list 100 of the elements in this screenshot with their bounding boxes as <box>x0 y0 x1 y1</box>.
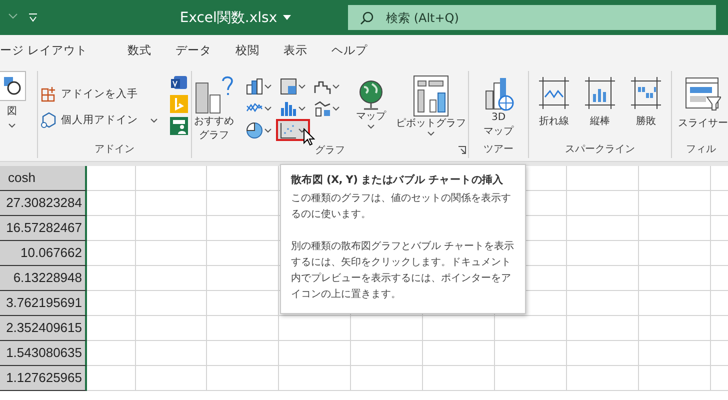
table-cell <box>87 366 136 391</box>
table-cell <box>567 241 639 266</box>
grid-plus-icon <box>41 86 57 102</box>
pointer-icon <box>303 128 315 146</box>
customize-icon[interactable] <box>28 13 38 22</box>
dialog-launcher-icon[interactable] <box>458 146 466 154</box>
table-cell <box>136 341 207 366</box>
table-cell <box>87 166 136 191</box>
pie-chart-icon <box>246 122 263 138</box>
group-label: スパークライン <box>565 144 635 155</box>
sparkline-button[interactable]: 縦棒 <box>583 77 617 129</box>
table-cell <box>567 216 639 241</box>
table-cell <box>639 316 711 341</box>
slicer-button[interactable]: スライサー <box>676 77 728 131</box>
recommended-charts-button[interactable]: おすすめ グラフ <box>192 75 236 143</box>
sparkline-button[interactable]: 勝敗 <box>629 77 663 129</box>
sparkline-button[interactable]: 折れ線 <box>537 77 571 129</box>
scatter-chart-icon <box>280 122 297 138</box>
table-cell <box>567 291 639 316</box>
table-cell <box>87 316 136 341</box>
recommended-chart-icon <box>195 75 233 115</box>
table-cell <box>639 366 711 391</box>
table-cell: 27.30823284 <box>0 191 87 216</box>
table-cell <box>87 341 136 366</box>
table-cell <box>495 366 567 391</box>
table-cell <box>639 341 711 366</box>
hexagon-icon <box>41 112 57 128</box>
table-cell <box>136 291 207 316</box>
table-cell <box>495 341 567 366</box>
table-cell: cosh <box>0 166 87 191</box>
table-cell: 1.543080635 <box>0 341 87 366</box>
table-cell: 16.57282467 <box>0 216 87 241</box>
table-cell <box>136 241 207 266</box>
table-cell <box>136 216 207 241</box>
people-graph-icon[interactable] <box>170 117 188 135</box>
table-cell <box>87 291 136 316</box>
get-addins-button[interactable]: アドインを入手 <box>41 83 158 105</box>
table-cell <box>279 366 351 391</box>
chevron-icon[interactable] <box>8 13 18 19</box>
ribbon-tab[interactable]: ージ レイアウト <box>0 38 98 62</box>
window-title: Excel関数.xlsx <box>180 8 278 26</box>
table-cell <box>207 366 279 391</box>
ribbon-tab[interactable]: 数式 <box>118 38 162 62</box>
search-field[interactable]: 検索 (Alt+Q) <box>348 5 716 30</box>
ribbon-tab[interactable]: ヘルプ <box>322 38 378 62</box>
table-cell <box>351 341 423 366</box>
caret-icon[interactable] <box>283 15 292 20</box>
tooltip-title: 散布図 (X, Y) またはバブル チャートの挿入 <box>291 173 504 187</box>
table-cell <box>423 316 495 341</box>
chevron-icon <box>298 106 306 110</box>
pivot-chart-icon <box>413 75 449 117</box>
table-cell <box>87 191 136 216</box>
table-cell <box>351 366 423 391</box>
table-cell <box>351 316 423 341</box>
ribbon-tab[interactable]: 表示 <box>274 38 318 62</box>
globe-icon <box>357 79 385 110</box>
group-label: アドイン <box>94 144 134 155</box>
table-cell <box>136 191 207 216</box>
my-addins-button[interactable]: 個人用アドイン <box>41 109 158 131</box>
table-cell <box>567 266 639 291</box>
table-cell <box>423 341 495 366</box>
table-cell <box>136 266 207 291</box>
table-cell <box>639 291 711 316</box>
ribbon-tab[interactable]: データ <box>166 38 222 62</box>
table-cell <box>567 341 639 366</box>
table-cell <box>136 366 207 391</box>
table-cell <box>279 341 351 366</box>
group-label: グラフ <box>315 145 345 156</box>
table-cell <box>136 166 207 191</box>
histogram-icon <box>280 100 297 116</box>
search-icon <box>360 11 374 25</box>
visio-icon[interactable] <box>170 75 188 91</box>
chevron-icon <box>150 118 158 122</box>
table-cell: 1.127625965 <box>0 366 87 391</box>
pivot-chart-button[interactable]: ピボットグラフ <box>394 75 468 136</box>
table-cell <box>495 316 567 341</box>
column-chart-icon <box>246 78 263 94</box>
chevron-icon <box>264 106 272 110</box>
table-cell <box>207 341 279 366</box>
group-label: フィル <box>686 144 716 155</box>
table-cell <box>87 266 136 291</box>
map-chart-button[interactable]: マップ <box>354 79 388 129</box>
table-cell <box>423 366 495 391</box>
tooltip-text: 別の種類の散布図グラフとバブル チャートを表示するには、矢印をクリックします。ドキュメント内でプレビューを表示するには、ポインターをアイコンの上に置きます。 <box>291 240 516 302</box>
chevron-icon <box>264 84 272 88</box>
slicer-icon <box>685 77 721 111</box>
tooltip-text: この種類のグラフは、値のセットの関係を表示するのに使います。 <box>291 192 512 222</box>
table-cell <box>639 266 711 291</box>
table-cell <box>639 241 711 266</box>
table-cell <box>279 316 351 341</box>
3d-map-icon <box>484 77 514 111</box>
hierarchy-chart-icon <box>280 78 297 94</box>
chevron-icon <box>427 131 435 136</box>
shapes-button[interactable]: 図 <box>0 71 28 128</box>
table-cell <box>136 316 207 341</box>
table-cell: 2.352409615 <box>0 316 87 341</box>
sparkline-column-icon <box>585 77 615 109</box>
ribbon-tab[interactable]: 校閲 <box>226 38 270 62</box>
win-loss-icon <box>631 77 661 109</box>
3d-map-button[interactable]: 3D マップ <box>482 77 516 139</box>
